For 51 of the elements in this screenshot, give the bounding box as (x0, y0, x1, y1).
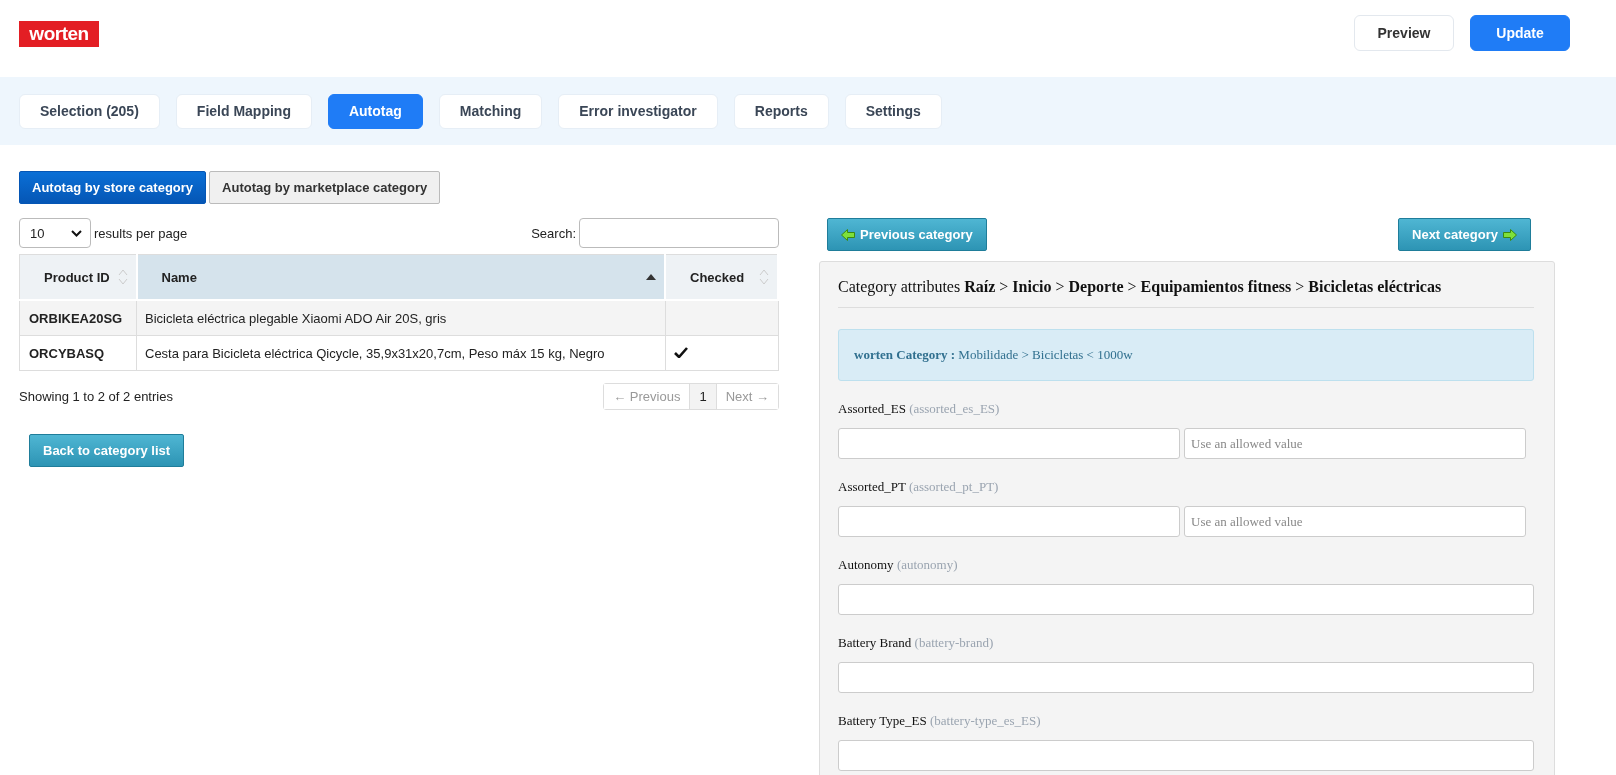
field-label: Autonomy (838, 557, 894, 572)
table-cell: Bicicleta eléctrica plegable Xiaomi ADO Air 20S, gris (136, 300, 665, 336)
search-label: Search: (531, 225, 576, 241)
chevron-down-icon (71, 229, 82, 237)
pagination-button[interactable]: 1 (690, 384, 717, 409)
input-field[interactable] (838, 428, 1180, 459)
search-field[interactable] (579, 218, 779, 248)
preview-button[interactable]: Preview (1354, 15, 1454, 51)
category-info-alert: worten Category : Mobilidade > Bicicletas < 1000w (838, 329, 1534, 381)
field-label: Battery Brand (838, 635, 912, 650)
field-key: (battery-type_es_ES) (930, 713, 1041, 728)
page-size-select[interactable]: 10 (19, 218, 91, 248)
worten-logo: worten (19, 21, 99, 47)
nav-tab[interactable]: Field Mapping (175, 93, 312, 129)
input-field[interactable] (838, 584, 1534, 615)
table-cell: Cesta para Bicicleta eléctrica Qicycle, 35,9x31x20,7cm, Peso máx 15 kg, Negro (136, 335, 665, 371)
sort-icon (117, 268, 128, 286)
column-header[interactable]: Checked (665, 254, 778, 300)
column-header[interactable]: Name (136, 254, 665, 300)
nav-tab[interactable]: Reports (733, 93, 829, 129)
nav-tab[interactable]: Autotag (327, 93, 423, 129)
table-cell: ORBIKEA20SG (19, 300, 137, 336)
table-info: Showing 1 to 2 of 2 entries (19, 389, 173, 404)
input-field[interactable] (838, 740, 1534, 771)
checkmark-icon (673, 346, 688, 358)
nav-tab[interactable]: Matching (438, 93, 543, 129)
mode-button[interactable]: Autotag by marketplace category (209, 171, 441, 204)
table-cell: ORCYBASQ (19, 335, 137, 371)
field-key: (assorted_pt_PT) (908, 479, 999, 494)
allowed-value-field[interactable]: Use an allowed value (1184, 506, 1526, 537)
arrow-right-icon (1503, 228, 1517, 241)
panel-title: Category attributes Raíz > Inicio > Deporte > Equipamientos fitness > Bicicletas eléctricas (838, 262, 1534, 308)
sort-icon (759, 268, 769, 286)
mode-button[interactable]: Autotag by store category (19, 171, 207, 204)
field-label: Assorted_ES (838, 401, 906, 416)
field-key: (autonomy) (896, 557, 958, 572)
field-label: Assorted_PT (838, 479, 906, 494)
input-field[interactable] (838, 506, 1180, 537)
field-label: Battery Type_ES (838, 713, 927, 728)
sort-ascending-icon (646, 274, 656, 280)
update-button[interactable]: Update (1470, 15, 1570, 51)
column-header[interactable]: Product ID (19, 254, 137, 300)
page-size-label: results per page (94, 225, 188, 241)
nav-tab[interactable]: Error investigator (558, 93, 718, 129)
arrow-left-icon (841, 228, 855, 241)
field-key: (assorted_es_ES) (909, 401, 1000, 416)
allowed-value-field[interactable]: Use an allowed value (1184, 428, 1526, 459)
nav-tab[interactable]: Selection (205) (19, 93, 160, 129)
field-key: (battery-brand) (914, 635, 994, 650)
input-field[interactable] (838, 662, 1534, 693)
nav-tab[interactable]: Settings (844, 93, 942, 129)
